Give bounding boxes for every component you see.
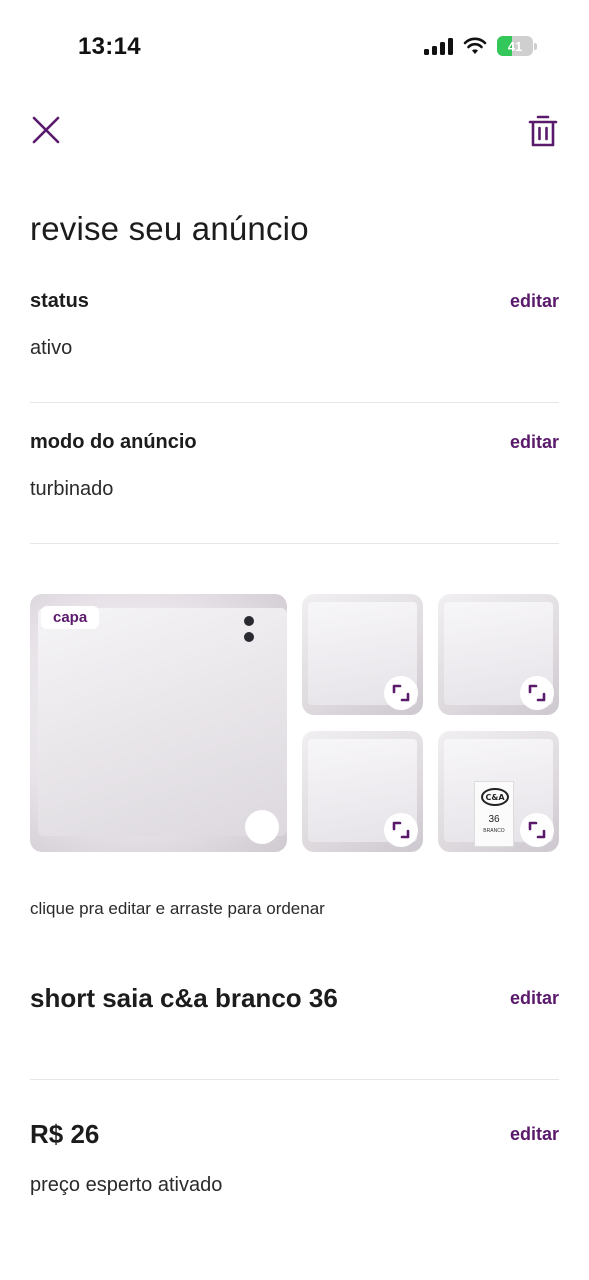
cover-radio[interactable] bbox=[245, 810, 279, 844]
status-bar: 13:14 41 bbox=[0, 0, 589, 96]
product-photo-image bbox=[38, 608, 287, 836]
close-icon bbox=[32, 116, 60, 144]
product-title: short saia c&a branco 36 bbox=[30, 983, 338, 1013]
battery-icon: 41 bbox=[497, 36, 537, 56]
label-color: BRANCO bbox=[483, 828, 505, 834]
divider bbox=[30, 402, 559, 403]
mode-section: modo do anúncio editar turbinado bbox=[30, 431, 559, 511]
divider bbox=[30, 543, 559, 544]
label-size: 36 bbox=[488, 814, 500, 825]
signal-icon bbox=[424, 37, 453, 55]
cover-photo[interactable]: capa bbox=[30, 594, 287, 852]
status-value: ativo bbox=[30, 337, 73, 359]
photo-hint: clique pra editar e arraste para ordenar bbox=[30, 899, 325, 918]
top-bar bbox=[0, 112, 589, 152]
close-button[interactable] bbox=[28, 112, 64, 148]
expand-icon bbox=[392, 821, 410, 839]
expand-button[interactable] bbox=[520, 813, 554, 847]
button-detail bbox=[244, 632, 254, 642]
photo-thumbnail[interactable] bbox=[438, 594, 559, 715]
expand-icon bbox=[528, 684, 546, 702]
button-detail bbox=[244, 616, 254, 626]
status-section: status editar ativo bbox=[30, 290, 559, 370]
edit-mode-button[interactable]: editar bbox=[510, 432, 559, 453]
mode-label: modo do anúncio bbox=[30, 431, 197, 453]
status-time: 13:14 bbox=[78, 33, 141, 60]
delete-button[interactable] bbox=[525, 112, 561, 150]
expand-button[interactable] bbox=[384, 676, 418, 710]
edit-title-button[interactable]: editar bbox=[510, 988, 559, 1009]
expand-icon bbox=[528, 821, 546, 839]
label-brand: C&A bbox=[481, 788, 509, 806]
edit-status-button[interactable]: editar bbox=[510, 291, 559, 312]
wifi-icon bbox=[463, 37, 487, 54]
expand-button[interactable] bbox=[520, 676, 554, 710]
photo-thumbnail[interactable] bbox=[302, 731, 423, 852]
expand-icon bbox=[392, 684, 410, 702]
photo-grid: capa C&A 36 BRANCO bbox=[30, 594, 559, 852]
mode-value: turbinado bbox=[30, 478, 114, 500]
photo-thumbnail[interactable] bbox=[302, 594, 423, 715]
cover-badge: capa bbox=[41, 606, 100, 629]
status-icons: 41 bbox=[424, 36, 537, 56]
status-label: status bbox=[30, 290, 89, 312]
photo-thumbnail[interactable]: C&A 36 BRANCO bbox=[438, 731, 559, 852]
trash-icon bbox=[528, 115, 558, 147]
price-value: R$ 26 bbox=[30, 1119, 100, 1149]
page-title: revise seu anúncio bbox=[30, 210, 309, 247]
expand-button[interactable] bbox=[384, 813, 418, 847]
clothing-label: C&A 36 BRANCO bbox=[474, 781, 514, 847]
battery-level: 41 bbox=[507, 38, 523, 54]
edit-price-button[interactable]: editar bbox=[510, 1124, 559, 1145]
divider bbox=[30, 1079, 559, 1080]
price-note: preço esperto ativado bbox=[30, 1174, 223, 1196]
